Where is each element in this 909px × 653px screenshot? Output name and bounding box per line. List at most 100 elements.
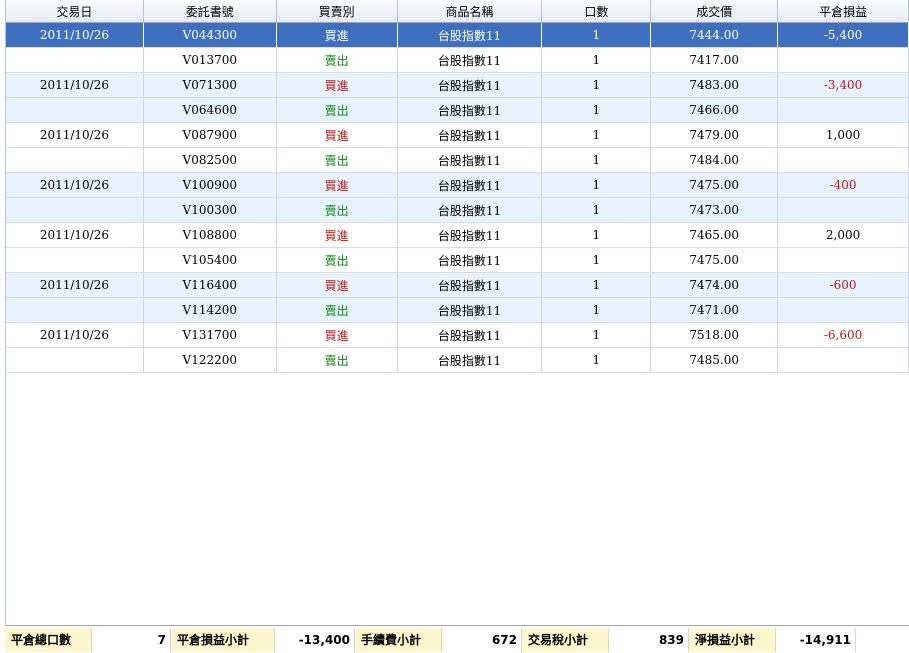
side-cell: 買進 [277, 273, 398, 297]
side-cell: 賣出 [277, 348, 398, 372]
fee-subtotal-value: 672 [442, 627, 522, 652]
table-row[interactable]: V122200 賣出 台股指數11 1 7485.00 [6, 348, 909, 373]
table-row[interactable]: 2011/10/26 V131700 買進 台股指數11 1 7518.00 -6,600 [6, 323, 909, 348]
table-row[interactable]: 2011/10/26 V044300 買進 台股指數11 1 7444.00 -5,400 [6, 23, 909, 48]
table-row[interactable]: 2011/10/26 V108800 買進 台股指數11 1 7465.00 2,000 [6, 223, 909, 248]
qty-cell: 1 [542, 248, 652, 272]
col-header-order-no[interactable]: 委託書號 [144, 0, 277, 22]
table-row[interactable]: 2011/10/26 V100900 買進 台股指數11 1 7475.00 -400 [6, 173, 909, 198]
product-cell: 台股指數11 [398, 98, 543, 122]
table-row[interactable]: 2011/10/26 V071300 買進 台股指數11 1 7483.00 -3,400 [6, 73, 909, 98]
price-cell: 7518.00 [651, 323, 779, 347]
order-no-cell: V131700 [144, 323, 277, 347]
tax-subtotal-label: 交易稅小計 [522, 627, 609, 652]
total-lots-value: 7 [92, 627, 171, 652]
table-row[interactable]: V064600 賣出 台股指數11 1 7466.00 [6, 98, 909, 123]
product-cell: 台股指數11 [398, 273, 543, 297]
col-header-qty[interactable]: 口數 [542, 0, 652, 22]
trade-date-cell [6, 148, 144, 172]
qty-cell: 1 [542, 123, 652, 147]
col-header-pnl[interactable]: 平倉損益 [778, 0, 909, 22]
product-cell: 台股指數11 [398, 123, 543, 147]
table-row[interactable]: 2011/10/26 V116400 買進 台股指數11 1 7474.00 -600 [6, 273, 909, 298]
price-cell: 7484.00 [651, 148, 779, 172]
side-cell: 賣出 [277, 48, 398, 72]
product-cell: 台股指數11 [398, 48, 543, 72]
pnl-cell: -400 [778, 173, 909, 197]
product-cell: 台股指數11 [398, 198, 543, 222]
product-cell: 台股指數11 [398, 348, 543, 372]
side-cell: 賣出 [277, 248, 398, 272]
trade-date-cell [6, 348, 144, 372]
pnl-cell [778, 198, 909, 222]
trade-date-cell [6, 248, 144, 272]
side-cell: 買進 [277, 23, 398, 47]
pnl-subtotal-label: 平倉損益小計 [171, 627, 275, 652]
price-cell: 7475.00 [651, 248, 779, 272]
trade-date-cell [6, 298, 144, 322]
table-row[interactable]: 2011/10/26 V087900 買進 台股指數11 1 7479.00 1,000 [6, 123, 909, 148]
price-cell: 7475.00 [651, 173, 779, 197]
order-no-cell: V087900 [144, 123, 277, 147]
side-cell: 賣出 [277, 198, 398, 222]
side-cell: 買進 [277, 123, 398, 147]
table-row[interactable]: V100300 賣出 台股指數11 1 7473.00 [6, 198, 909, 223]
col-header-product[interactable]: 商品名稱 [398, 0, 543, 22]
product-cell: 台股指數11 [398, 73, 543, 97]
price-cell: 7471.00 [651, 298, 779, 322]
product-cell: 台股指數11 [398, 248, 543, 272]
price-cell: 7473.00 [651, 198, 779, 222]
side-cell: 買進 [277, 323, 398, 347]
total-lots-label: 平倉總口數 [5, 627, 92, 652]
price-cell: 7479.00 [651, 123, 779, 147]
grid-body: 2011/10/26 V044300 買進 台股指數11 1 7444.00 -5,400 V… [6, 23, 909, 373]
table-row[interactable]: V013700 賣出 台股指數11 1 7417.00 [6, 48, 909, 73]
pnl-subtotal-value: -13,400 [275, 627, 355, 652]
trade-date-cell: 2011/10/26 [6, 23, 144, 47]
table-row[interactable]: V082500 賣出 台股指數11 1 7484.00 [6, 148, 909, 173]
qty-cell: 1 [542, 98, 652, 122]
table-row[interactable]: V114200 賣出 台股指數11 1 7471.00 [6, 298, 909, 323]
order-no-cell: V100300 [144, 198, 277, 222]
qty-cell: 1 [542, 73, 652, 97]
tax-subtotal-value: 839 [609, 627, 689, 652]
trade-grid: 交易日 委託書號 買賣別 商品名稱 口數 成交價 平倉損益 2011/10/26… [5, 0, 909, 625]
pnl-cell [778, 48, 909, 72]
price-cell: 7485.00 [651, 348, 779, 372]
net-pnl-value: -14,911 [776, 627, 856, 652]
qty-cell: 1 [542, 273, 652, 297]
pnl-cell [778, 148, 909, 172]
side-cell: 賣出 [277, 148, 398, 172]
qty-cell: 1 [542, 298, 652, 322]
order-no-cell: V064600 [144, 98, 277, 122]
trade-date-cell: 2011/10/26 [6, 173, 144, 197]
order-no-cell: V100900 [144, 173, 277, 197]
order-no-cell: V082500 [144, 148, 277, 172]
pnl-cell: 1,000 [778, 123, 909, 147]
col-header-price[interactable]: 成交價 [651, 0, 779, 22]
price-cell: 7417.00 [651, 48, 779, 72]
trade-date-cell: 2011/10/26 [6, 273, 144, 297]
order-no-cell: V108800 [144, 223, 277, 247]
order-no-cell: V116400 [144, 273, 277, 297]
product-cell: 台股指數11 [398, 173, 543, 197]
price-cell: 7474.00 [651, 273, 779, 297]
qty-cell: 1 [542, 198, 652, 222]
summary-bar: 平倉總口數 7 平倉損益小計 -13,400 手續費小計 672 交易稅小計 8… [5, 625, 909, 653]
trade-date-cell: 2011/10/26 [6, 123, 144, 147]
order-no-cell: V122200 [144, 348, 277, 372]
side-cell: 買進 [277, 73, 398, 97]
qty-cell: 1 [542, 148, 652, 172]
col-header-side[interactable]: 買賣別 [277, 0, 398, 22]
order-no-cell: V071300 [144, 73, 277, 97]
price-cell: 7465.00 [651, 223, 779, 247]
fee-subtotal-label: 手續費小計 [355, 627, 442, 652]
trade-date-cell [6, 98, 144, 122]
trade-date-cell: 2011/10/26 [6, 323, 144, 347]
col-header-date[interactable]: 交易日 [6, 0, 144, 22]
table-row[interactable]: V105400 賣出 台股指數11 1 7475.00 [6, 248, 909, 273]
pnl-cell [778, 348, 909, 372]
side-cell: 買進 [277, 173, 398, 197]
order-no-cell: V044300 [144, 23, 277, 47]
product-cell: 台股指數11 [398, 323, 543, 347]
